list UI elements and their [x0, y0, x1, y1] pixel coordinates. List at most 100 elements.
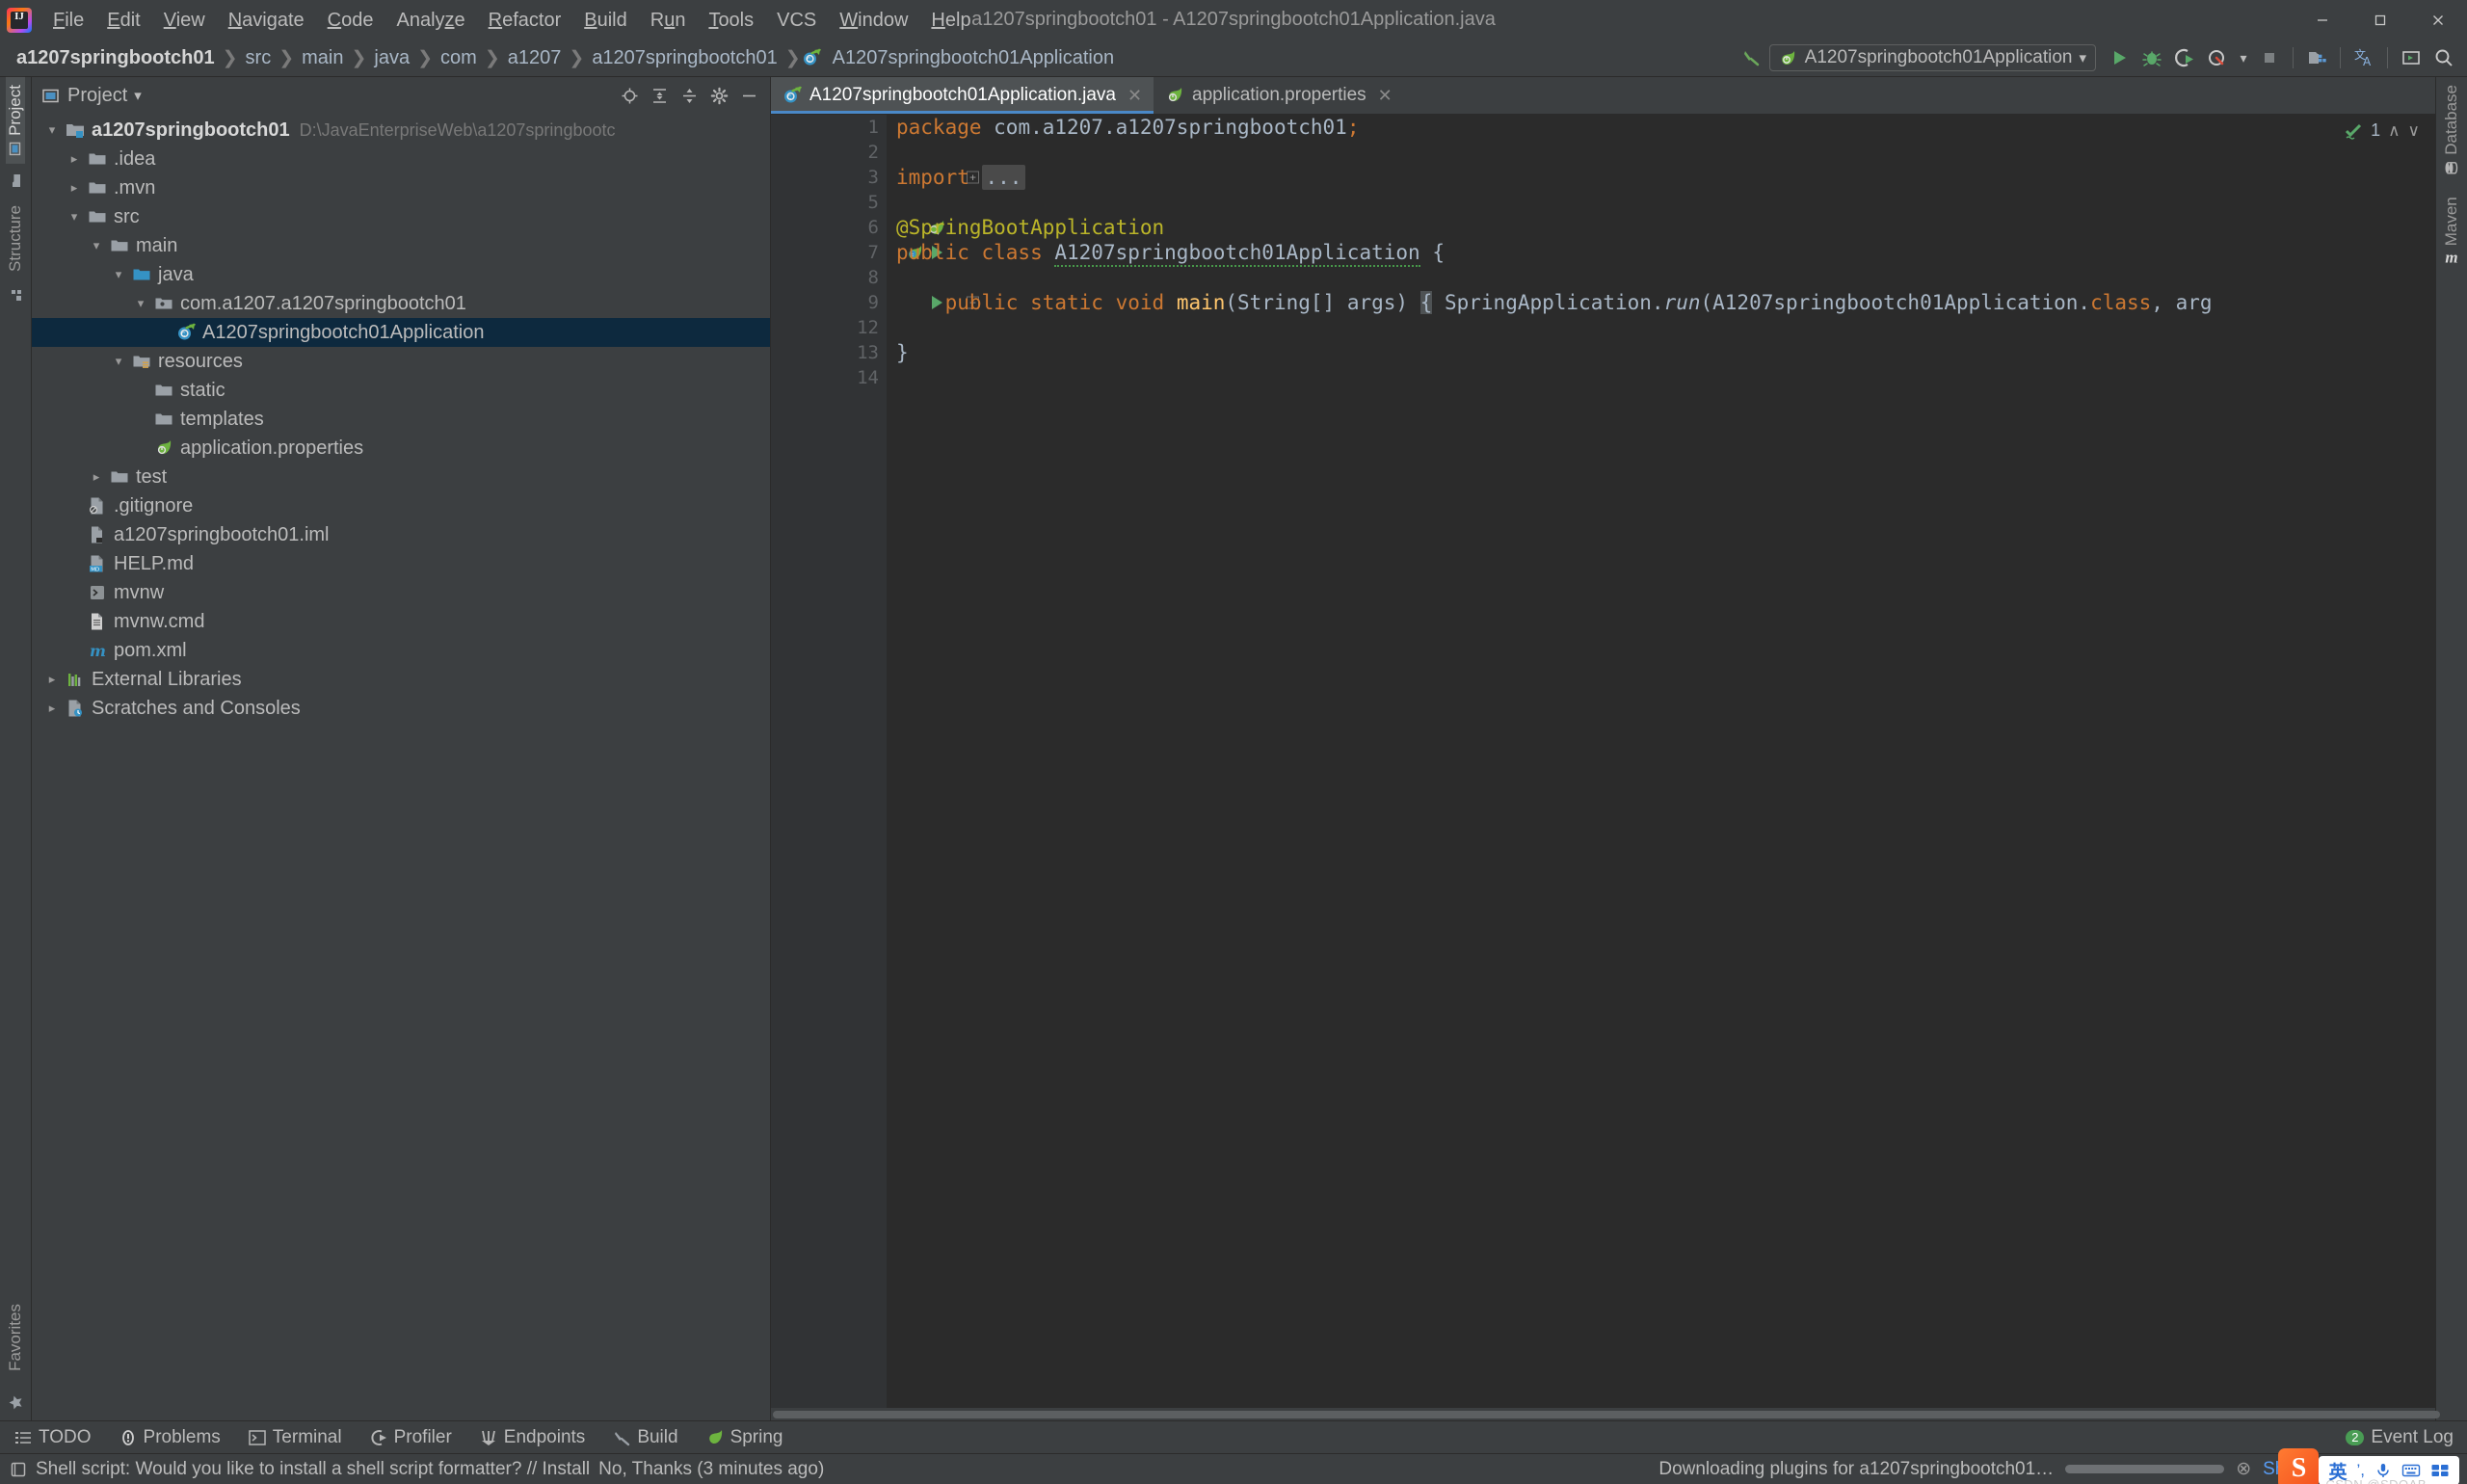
- tree-node-20[interactable]: ▸Scratches and Consoles: [32, 694, 770, 723]
- code-line-2[interactable]: [896, 140, 2435, 165]
- locate-icon[interactable]: [616, 82, 643, 109]
- gutter-line-13[interactable]: 13: [771, 340, 887, 365]
- sidebar-item-favorites[interactable]: Favorites: [6, 1296, 25, 1379]
- tool-window-profiler[interactable]: Profiler: [356, 1421, 465, 1453]
- chevron-right-icon[interactable]: ▸: [64, 151, 85, 167]
- stop-button[interactable]: [2254, 42, 2285, 73]
- profile-dropdown-button[interactable]: ▾: [2235, 42, 2252, 73]
- editor-tab-1[interactable]: application.properties✕: [1154, 77, 1404, 114]
- project-tree[interactable]: ▾a1207springbootch01D:\JavaEnterpriseWeb…: [32, 114, 770, 1420]
- collapse-all-icon[interactable]: [676, 82, 703, 109]
- menu-item-code[interactable]: Code: [316, 0, 385, 40]
- tree-node-10[interactable]: templates: [32, 405, 770, 434]
- gutter-line-7[interactable]: 7c: [771, 240, 887, 265]
- tree-node-5[interactable]: ▾java: [32, 260, 770, 289]
- menu-item-file[interactable]: File: [41, 0, 95, 40]
- update-project-button[interactable]: [2301, 42, 2332, 73]
- code-line-7[interactable]: public class A1207springbootch01Applicat…: [896, 240, 2435, 265]
- settings-gear-icon[interactable]: [705, 82, 732, 109]
- code-line-14[interactable]: [896, 365, 2435, 390]
- code-line-13[interactable]: }: [896, 340, 2435, 365]
- tool-window-spring[interactable]: Spring: [692, 1421, 797, 1453]
- chevron-down-icon[interactable]: ▾: [86, 238, 107, 253]
- chevron-down-icon[interactable]: ∨: [2408, 121, 2420, 141]
- run-button[interactable]: [2104, 42, 2135, 73]
- tree-node-14[interactable]: a1207springbootch01.iml: [32, 520, 770, 549]
- breadcrumb-item-0[interactable]: a1207springbootch01: [10, 45, 222, 71]
- tree-node-18[interactable]: mpom.xml: [32, 636, 770, 665]
- sidebar-item-maven[interactable]: m Maven: [2442, 189, 2461, 281]
- breadcrumb-item-2[interactable]: main: [295, 45, 350, 71]
- menu-item-analyze[interactable]: Analyze: [385, 0, 476, 40]
- menu-item-tools[interactable]: Tools: [697, 0, 765, 40]
- tree-node-12[interactable]: ▸test: [32, 463, 770, 491]
- chevron-down-icon[interactable]: ▾: [134, 87, 142, 104]
- tree-node-13[interactable]: .gitignore: [32, 491, 770, 520]
- chevron-down-icon[interactable]: ▾: [108, 354, 129, 369]
- code-line-9[interactable]: public static void main(String[] args) {…: [896, 290, 2435, 315]
- code-content[interactable]: package com.a1207.a1207springbootch01; i…: [887, 115, 2435, 1408]
- code-line-3[interactable]: import ...: [896, 165, 2435, 190]
- debug-button[interactable]: [2136, 42, 2167, 73]
- breadcrumb-item-4[interactable]: com: [434, 45, 484, 71]
- chevron-right-icon[interactable]: ▸: [41, 672, 63, 687]
- sidebar-item-folder[interactable]: [9, 164, 23, 198]
- menu-item-window[interactable]: Window: [828, 0, 919, 40]
- chevron-right-icon[interactable]: ▸: [86, 469, 107, 485]
- code-line-8[interactable]: [896, 265, 2435, 290]
- tree-node-7[interactable]: CA1207springbootch01Application: [32, 318, 770, 347]
- sidebar-item-project[interactable]: Project: [6, 77, 25, 164]
- menu-item-refactor[interactable]: Refactor: [477, 0, 573, 40]
- tool-window-build[interactable]: Build: [598, 1421, 691, 1453]
- gutter-line-2[interactable]: 2: [771, 140, 887, 165]
- menu-item-run[interactable]: Run: [639, 0, 698, 40]
- translate-button[interactable]: 文A: [2348, 42, 2379, 73]
- gutter-line-8[interactable]: 8: [771, 265, 887, 290]
- run-configuration-selector[interactable]: A1207springbootch01Application ▾: [1769, 44, 2096, 71]
- gutter-line-3[interactable]: 3+: [771, 165, 887, 190]
- tool-window-todo[interactable]: TODO: [0, 1421, 105, 1453]
- structure-icon-holder[interactable]: [9, 279, 23, 309]
- toolbox-icon[interactable]: [2430, 1462, 2450, 1479]
- tree-node-16[interactable]: mvnw: [32, 578, 770, 607]
- chevron-up-icon[interactable]: ∧: [2388, 121, 2400, 141]
- tool-window-problems[interactable]: Problems: [105, 1421, 234, 1453]
- code-line-1[interactable]: package com.a1207.a1207springbootch01;: [896, 115, 2435, 140]
- gutter-line-6[interactable]: 6: [771, 215, 887, 240]
- status-dismiss-link[interactable]: No, Thanks (3 minutes ago): [598, 1459, 824, 1480]
- gutter-line-14[interactable]: 14: [771, 365, 887, 390]
- expand-all-icon[interactable]: [646, 82, 673, 109]
- menu-item-view[interactable]: View: [152, 0, 217, 40]
- tree-node-15[interactable]: MDHELP.md: [32, 549, 770, 578]
- tree-node-11[interactable]: application.properties: [32, 434, 770, 463]
- favorites-icon-holder[interactable]: [8, 1379, 24, 1420]
- menu-item-navigate[interactable]: Navigate: [217, 0, 316, 40]
- console-button[interactable]: [2396, 42, 2427, 73]
- profile-button[interactable]: [2202, 42, 2233, 73]
- chevron-down-icon[interactable]: ▾: [108, 267, 129, 282]
- editor-viewport[interactable]: 123+567c89+121314 package com.a1207.a120…: [771, 115, 2435, 1408]
- sogou-logo-icon[interactable]: S: [2278, 1448, 2319, 1484]
- tree-node-4[interactable]: ▾main: [32, 231, 770, 260]
- editor-gutter[interactable]: 123+567c89+121314: [771, 115, 887, 1408]
- chevron-right-icon[interactable]: ▸: [64, 180, 85, 196]
- tree-node-8[interactable]: ▾resources: [32, 347, 770, 376]
- breadcrumb-item-6[interactable]: a1207springbootch01: [585, 45, 783, 71]
- sidebar-item-structure[interactable]: Structure: [6, 198, 25, 279]
- close-icon[interactable]: ✕: [1127, 86, 1142, 106]
- tree-node-9[interactable]: static: [32, 376, 770, 405]
- code-line-5[interactable]: [896, 190, 2435, 215]
- gutter-line-9[interactable]: 9+: [771, 290, 887, 315]
- editor-horizontal-scrollbar[interactable]: [771, 1408, 2435, 1420]
- code-line-12[interactable]: [896, 315, 2435, 340]
- tool-window-terminal[interactable]: Terminal: [234, 1421, 356, 1453]
- gutter-line-1[interactable]: 1: [771, 115, 887, 140]
- menu-item-vcs[interactable]: VCS: [765, 0, 828, 40]
- menu-item-help[interactable]: Help: [919, 0, 982, 40]
- maximize-button[interactable]: [2351, 0, 2409, 40]
- close-icon[interactable]: ✕: [1378, 86, 1393, 106]
- sidebar-item-database[interactable]: Database: [2442, 77, 2461, 189]
- tree-node-1[interactable]: ▸.idea: [32, 145, 770, 173]
- chevron-down-icon[interactable]: ▾: [64, 209, 85, 225]
- status-message[interactable]: Shell script: Would you like to install …: [36, 1459, 590, 1480]
